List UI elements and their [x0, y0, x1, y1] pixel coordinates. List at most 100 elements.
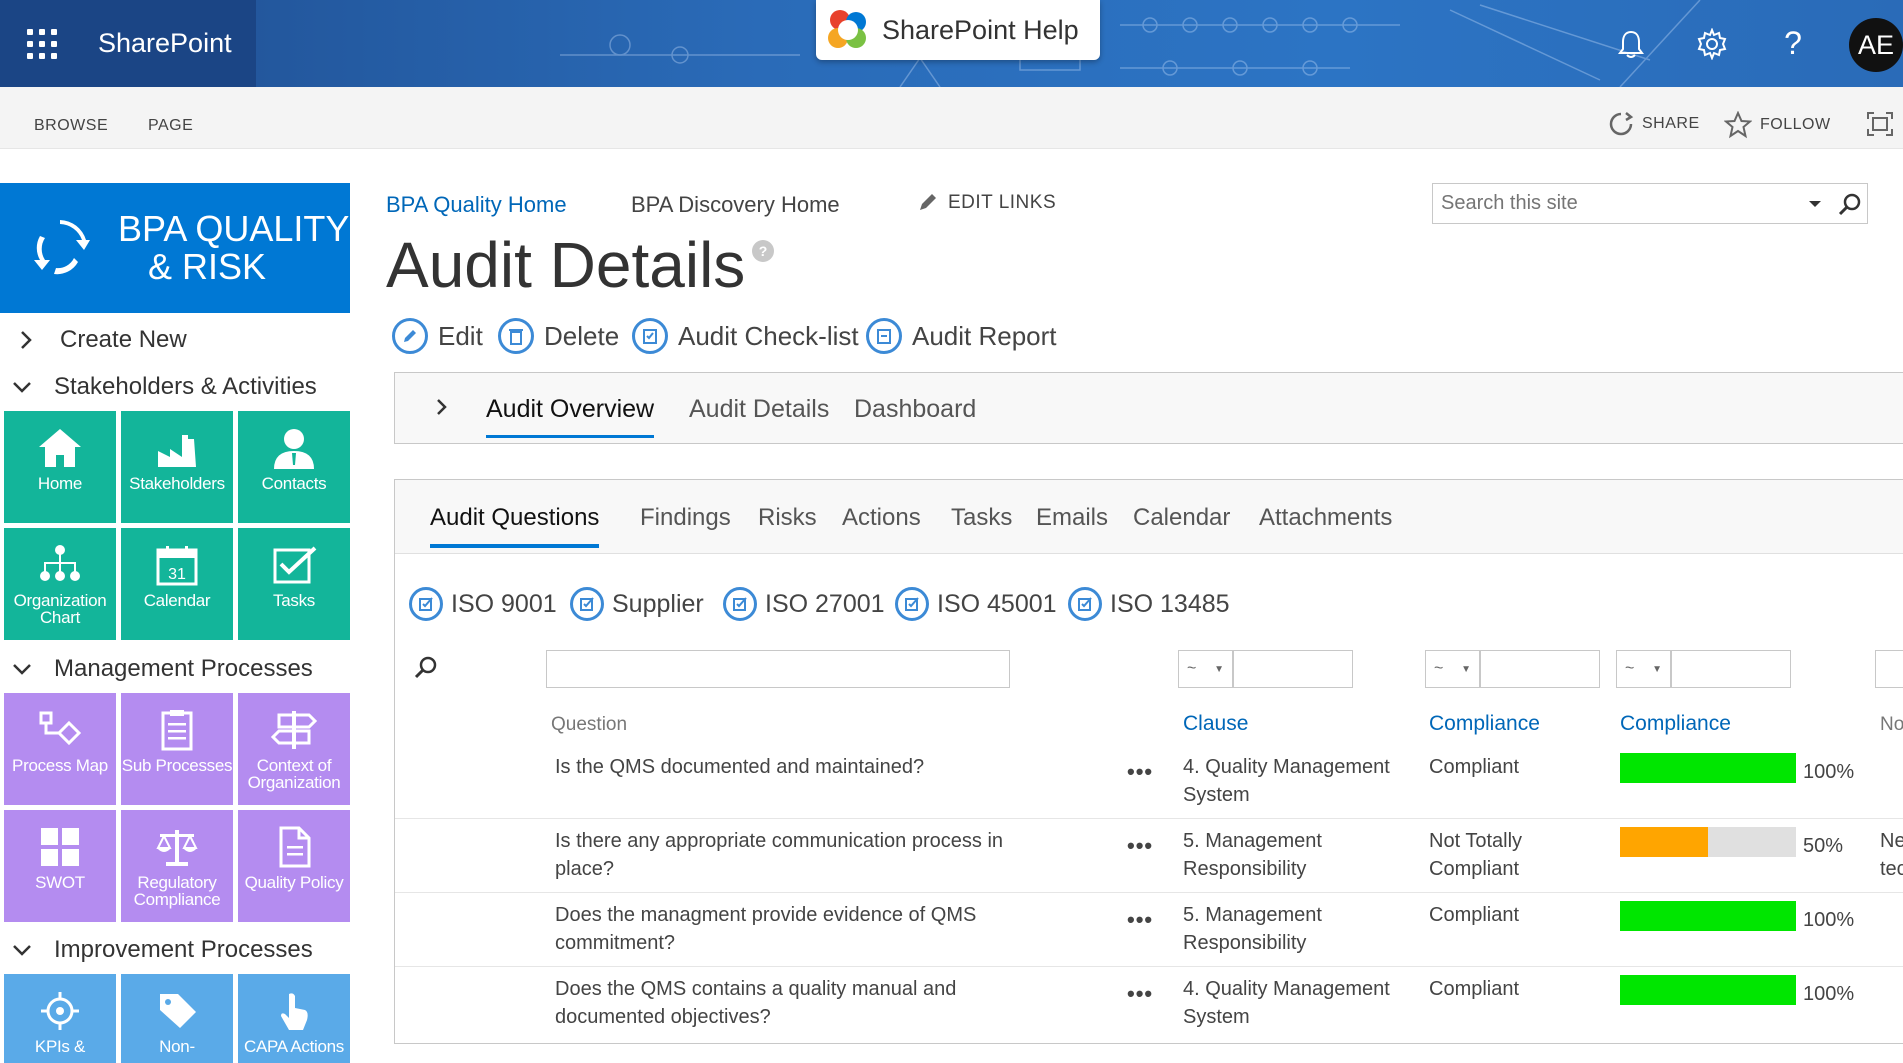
tab-audit-questions[interactable]: Audit Questions	[430, 504, 600, 548]
tab-audit-details[interactable]: Audit Details	[689, 395, 829, 424]
nav-section-label: Improvement Processes	[54, 936, 313, 963]
edit-button[interactable]: Edit	[392, 318, 483, 354]
tile-contacts[interactable]: Contacts	[238, 411, 350, 523]
column-header-compliance-bar[interactable]: Compliance	[1620, 712, 1731, 736]
tab-actions[interactable]: Actions	[842, 504, 921, 532]
compliance-bar-filter-input[interactable]	[1671, 650, 1791, 688]
tab-audit-overview[interactable]: Audit Overview	[486, 395, 655, 438]
tab-calendar[interactable]: Calendar	[1133, 504, 1230, 532]
compliance-percent: 100%	[1803, 983, 1855, 1005]
notifications-button[interactable]	[1596, 0, 1666, 87]
report-icon	[866, 318, 902, 354]
nav-section-stakeholders[interactable]: Stakeholders & Activities	[0, 373, 317, 401]
audit-checklist-button[interactable]: Audit Check-list	[632, 318, 859, 354]
question-cell[interactable]: Is there any appropriate communication p…	[555, 827, 1035, 883]
help-button[interactable]: ?	[1758, 0, 1828, 87]
tile-kpis[interactable]: KPIs &	[4, 974, 116, 1063]
tile-stakeholders[interactable]: Stakeholders	[121, 411, 233, 523]
nav-section-label: Stakeholders & Activities	[54, 373, 317, 400]
tile-calendar[interactable]: 31 Calendar	[121, 528, 233, 640]
help-popup[interactable]: SharePoint Help	[816, 0, 1100, 60]
more-options-icon[interactable]: •••	[1127, 981, 1153, 1007]
tile-sub-processes[interactable]: Sub Processes	[121, 693, 233, 805]
column-header-clause[interactable]: Clause	[1183, 712, 1248, 736]
tile-capa-actions[interactable]: CAPA Actions	[238, 974, 350, 1063]
chevron-right-icon[interactable]	[435, 397, 449, 417]
next-column-filter-input[interactable]	[1875, 650, 1903, 688]
nav-section-improvement[interactable]: Improvement Processes	[0, 936, 313, 964]
site-logo[interactable]: BPA QUALITY & RISK	[0, 183, 350, 313]
ribbon-tab-browse[interactable]: BROWSE	[34, 117, 108, 135]
tab-risks[interactable]: Risks	[758, 504, 817, 532]
clause-filter-operator[interactable]: ~ ▼	[1178, 650, 1233, 688]
filter-iso-45001[interactable]: ISO 45001	[895, 587, 1057, 621]
focus-mode-button[interactable]	[1866, 111, 1902, 137]
grid-squares-icon	[41, 828, 79, 866]
settings-button[interactable]	[1677, 0, 1747, 87]
trash-icon	[498, 318, 534, 354]
follow-button[interactable]: FOLLOW	[1724, 111, 1831, 139]
chevron-right-icon	[0, 329, 52, 351]
question-filter-input[interactable]	[546, 650, 1010, 688]
delete-button[interactable]: Delete	[498, 318, 619, 354]
more-options-icon[interactable]: •••	[1127, 907, 1153, 933]
question-cell[interactable]: Does the managment provide evidence of Q…	[555, 901, 1035, 957]
compliance-filter-input[interactable]	[1480, 650, 1600, 688]
user-avatar[interactable]: AE	[1849, 18, 1903, 72]
tab-findings[interactable]: Findings	[640, 504, 731, 532]
compliance-progress-fill	[1620, 901, 1796, 931]
tile-non-conformities[interactable]: Non-	[121, 974, 233, 1063]
share-button[interactable]: SHARE	[1608, 111, 1700, 137]
compliance-filter-operator[interactable]: ~ ▼	[1425, 650, 1480, 688]
search-icon[interactable]	[413, 654, 439, 680]
tab-attachments[interactable]: Attachments	[1259, 504, 1392, 532]
clause-filter-input[interactable]	[1233, 650, 1353, 688]
tile-tasks[interactable]: Tasks	[238, 528, 350, 640]
tile-home[interactable]: Home	[4, 411, 116, 523]
hand-pointer-icon	[281, 993, 308, 1030]
app-launcher-button[interactable]	[0, 0, 84, 87]
more-options-icon[interactable]: •••	[1127, 833, 1153, 859]
audit-report-button[interactable]: Audit Report	[866, 318, 1057, 354]
tab-dashboard[interactable]: Dashboard	[854, 395, 976, 424]
topnav-bpa-discovery-home[interactable]: BPA Discovery Home	[631, 192, 840, 218]
sharepoint-brand-link[interactable]: SharePoint	[84, 0, 256, 87]
table-row[interactable]: Is the QMS documented and maintained? •••…	[395, 745, 1903, 819]
sub-tab-bar: Audit Questions Findings Risks Actions T…	[395, 480, 1903, 554]
search-input[interactable]	[1441, 192, 1801, 215]
search-box[interactable]	[1432, 183, 1868, 224]
filter-supplier[interactable]: Supplier	[570, 587, 704, 621]
edit-links-button[interactable]: EDIT LINKS	[916, 192, 1056, 214]
filter-iso-9001[interactable]: ISO 9001	[409, 587, 557, 621]
nav-section-create-new[interactable]: Create New	[0, 326, 187, 354]
question-cell[interactable]: Is the QMS documented and maintained?	[555, 753, 1035, 781]
calendar-icon: 31	[156, 546, 198, 586]
question-cell[interactable]: Does the QMS contains a quality manual a…	[555, 975, 1035, 1031]
tile-swot[interactable]: SWOT	[4, 810, 116, 922]
filter-iso-27001[interactable]: ISO 27001	[723, 587, 885, 621]
ribbon-tab-page[interactable]: PAGE	[148, 117, 193, 135]
compliance-percent: 50%	[1803, 835, 1844, 857]
filter-iso-13485[interactable]: ISO 13485	[1068, 587, 1230, 621]
caret-down-icon[interactable]	[1807, 199, 1823, 209]
tile-regulatory-compliance[interactable]: Regulatory Compliance	[121, 810, 233, 922]
tile-quality-policy[interactable]: Quality Policy	[238, 810, 350, 922]
topnav-bpa-quality-home[interactable]: BPA Quality Home	[386, 192, 567, 218]
tile-context-organization[interactable]: Context of Organization	[238, 693, 350, 805]
tile-organization-chart[interactable]: Organization Chart	[4, 528, 116, 640]
column-header-next[interactable]: No	[1880, 714, 1903, 736]
column-header-question[interactable]: Question	[551, 714, 627, 736]
tile-process-map[interactable]: Process Map	[4, 693, 116, 805]
recycle-arrows-icon	[34, 220, 90, 275]
tab-emails[interactable]: Emails	[1036, 504, 1108, 532]
table-row[interactable]: Is there any appropriate communication p…	[395, 819, 1903, 893]
table-row[interactable]: Does the managment provide evidence of Q…	[395, 893, 1903, 967]
table-row[interactable]: Does the QMS contains a quality manual a…	[395, 967, 1903, 1041]
title-help-icon[interactable]: ?	[752, 240, 774, 262]
compliance-bar-filter-operator[interactable]: ~ ▼	[1616, 650, 1671, 688]
tab-tasks[interactable]: Tasks	[951, 504, 1012, 532]
search-icon[interactable]	[1837, 191, 1863, 217]
column-header-compliance[interactable]: Compliance	[1429, 712, 1540, 736]
more-options-icon[interactable]: •••	[1127, 759, 1153, 785]
nav-section-management[interactable]: Management Processes	[0, 655, 313, 683]
